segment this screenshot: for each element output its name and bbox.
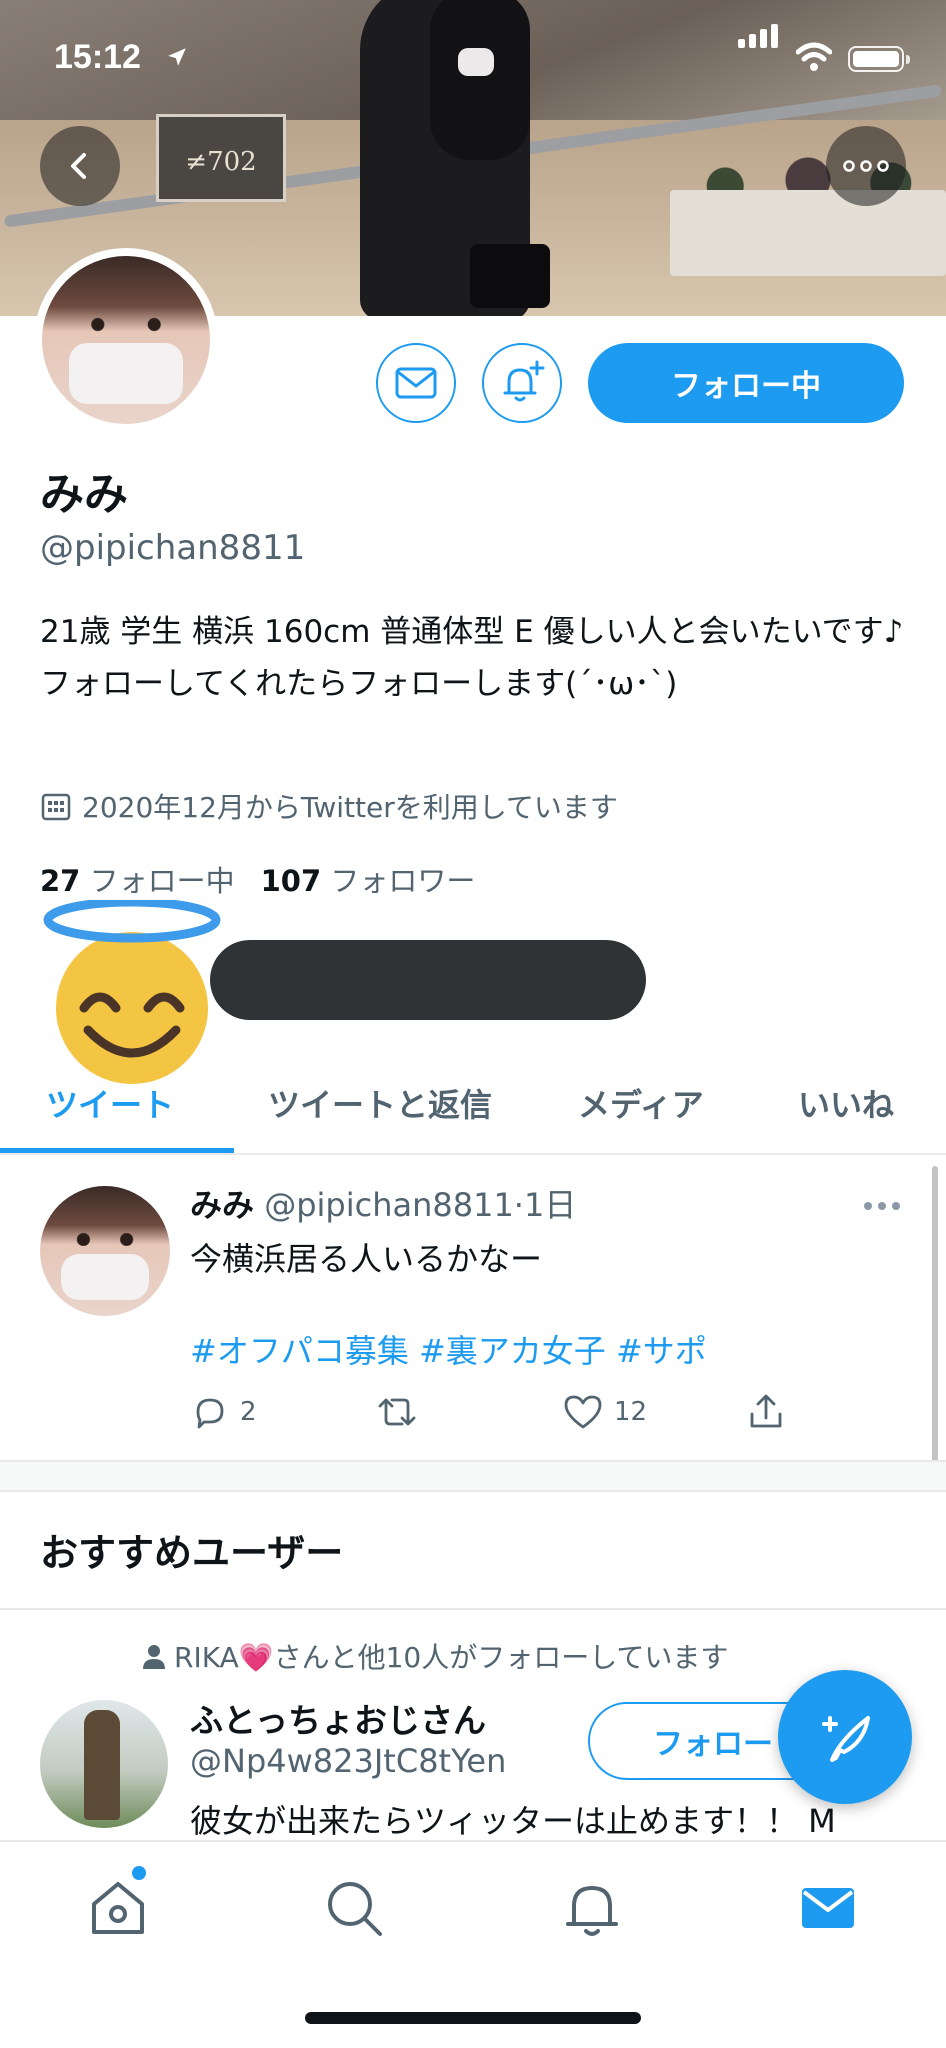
tweet-more-icon[interactable] [862,1200,902,1212]
redaction-bar [210,940,646,1020]
search-icon[interactable] [322,1876,386,1940]
home-icon[interactable] [86,1876,150,1940]
followers-count: 107 [260,864,322,898]
tab-tweets[interactable]: ツイート [46,1080,174,1126]
profile-handle: @pipichan8811 [40,528,306,568]
banner-bag [470,244,550,308]
recommended-user-name[interactable]: ふとっちょおじさん [190,1694,486,1742]
feather-plus-icon [822,1716,870,1762]
profile-joined: 2020年12月からTwitterを利用しています [40,786,618,826]
reply-count: 2 [240,1397,257,1427]
profile-bio: 21歳 学生 横浜 160cm 普通体型 E 優しい人と会いたいです♪ フォロー… [40,614,904,702]
reply-button[interactable]: 2 [190,1392,257,1432]
tweet-header: みみ @pipichan8811·1日 [190,1180,576,1226]
smiling-face-with-halo-emoji [43,900,221,1084]
calendar-icon [41,793,71,821]
banner-planter [670,190,946,276]
more-button[interactable] [826,126,906,206]
section-separator [0,1460,946,1492]
home-indicator[interactable] [305,2012,641,2024]
status-bar: 15:12 [0,0,946,110]
person-icon [143,1645,165,1669]
tweet-time: ·1日 [513,1186,577,1224]
followers-link[interactable]: 107 フォロワー [261,864,476,898]
tab-likes[interactable]: いいね [798,1080,894,1126]
mail-icon[interactable] [796,1876,860,1940]
wifi-icon [796,42,832,71]
profile-joined-text: 2020年12月からTwitterを利用しています [82,791,618,824]
recommended-follow-label: フォロー [653,1727,773,1762]
scrollbar[interactable] [932,1166,938,1466]
location-arrow-icon [168,48,186,66]
bell-plus-icon [503,360,545,402]
avatar-statue [84,1710,120,1820]
status-time: 15:12 [54,38,141,76]
recommended-user-handle: @Np4w823JtC8tYen [190,1742,507,1780]
banner-sign-text: ≠702 [185,147,257,177]
back-button[interactable] [40,126,120,206]
like-count: 12 [614,1397,648,1427]
tabs-divider [0,1153,946,1155]
home-unread-dot [132,1866,146,1880]
banner-sign: ≠702 [156,114,286,202]
followers-label: フォロワー [330,864,476,898]
following-label: フォロー中 [89,864,235,898]
like-button[interactable]: 12 [562,1392,647,1432]
tweet-handle: @pipichan8811 [264,1186,514,1224]
retweet-icon [378,1398,416,1426]
tab-media[interactable]: メディア [578,1080,704,1126]
battery-icon [848,46,910,72]
following-button[interactable]: フォロー中 [588,343,904,423]
chevron-left-icon [71,153,86,179]
tab-tweets-and-replies[interactable]: ツイートと返信 [268,1080,492,1126]
message-button[interactable] [376,343,456,423]
retweet-button[interactable] [374,1392,420,1432]
share-button[interactable] [746,1392,786,1432]
bell-icon[interactable] [560,1876,624,1940]
compose-tweet-button[interactable] [778,1670,912,1804]
tweet-author: みみ [190,1186,255,1224]
recommended-divider [0,1608,946,1610]
tweet-avatar[interactable] [40,1186,170,1316]
following-link[interactable]: 27 フォロー中 [40,864,235,898]
profile-avatar[interactable] [34,248,218,432]
tweet-hashtags[interactable]: #オフパコ募集 #裏アカ女子 #サポ [190,1326,707,1372]
share-icon [750,1394,782,1428]
tweet-card[interactable]: みみ @pipichan8811·1日 今横浜居る人いるかなー #オフパコ募集 … [0,1158,946,1460]
heart-icon [564,1395,602,1429]
tweet-actions: 2 12 [190,1392,810,1442]
more-horizontal-icon [843,160,889,172]
profile-counts: 27 フォロー中 107 フォロワー [40,858,475,900]
recommended-title: おすすめユーザー [40,1531,344,1575]
notify-button[interactable] [482,343,562,423]
recommended-user-bio: 彼女が出来たらツィッターは止めます！！ M [190,1802,836,1840]
tweet-text: 今横浜居る人いるかなー [190,1240,543,1278]
profile-name: みみ [40,469,128,520]
envelope-icon [395,367,437,399]
profile-avatar-image [42,256,210,424]
social-context-text: RIKA💗さんと他10人がフォローしています [174,1641,729,1674]
recommended-user-avatar[interactable] [40,1700,168,1828]
profile-tabs: ツイート ツイートと返信 メディア いいね [0,1066,946,1156]
recommended-social-context: RIKA💗さんと他10人がフォローしています [140,1636,728,1676]
reply-icon [196,1398,224,1429]
following-count: 27 [40,864,81,898]
